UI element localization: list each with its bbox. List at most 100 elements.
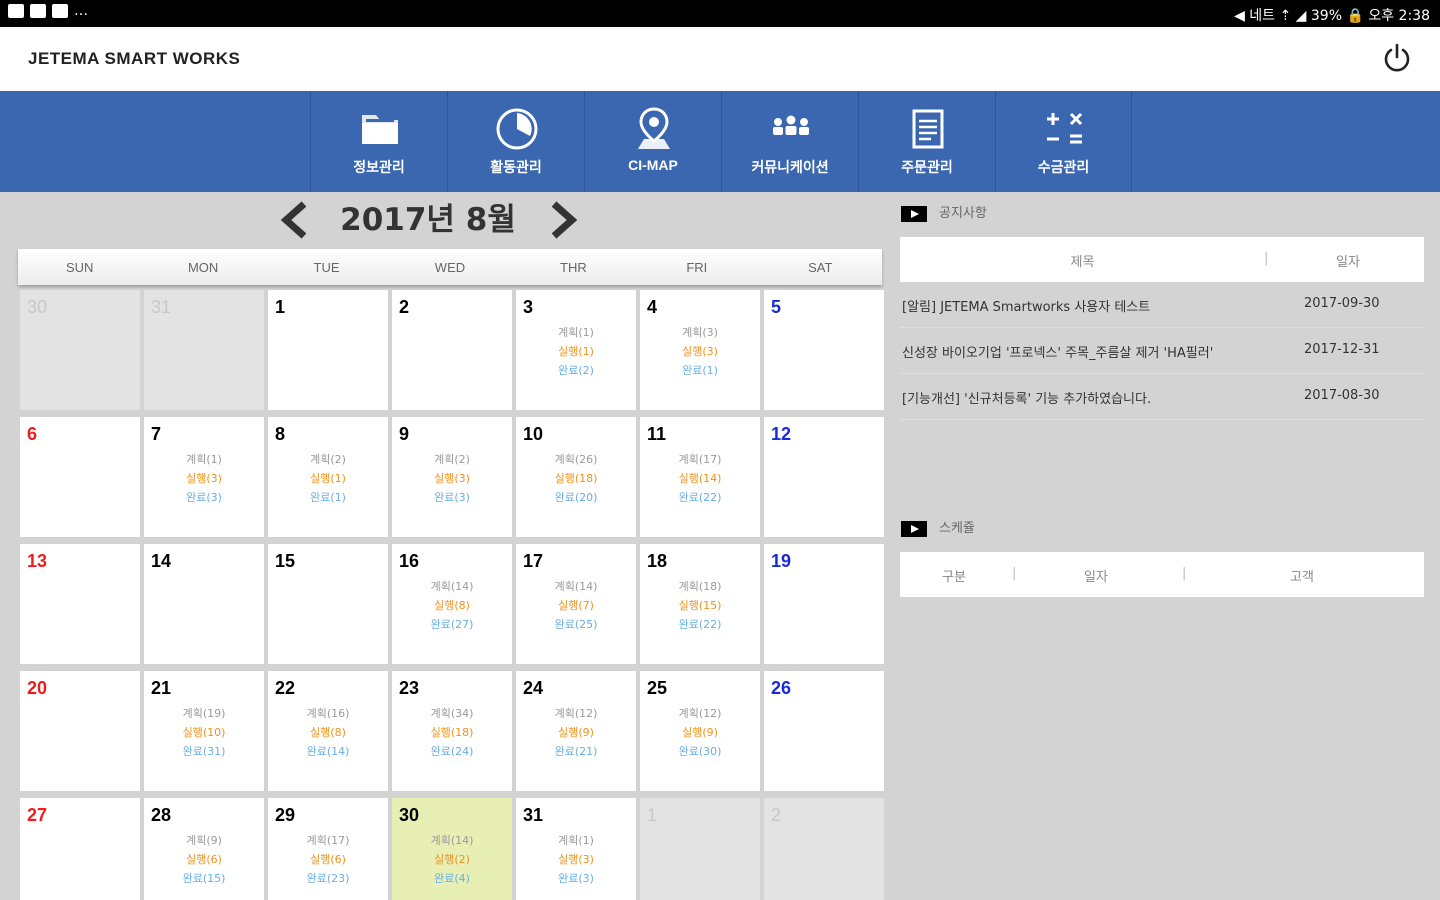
column-customer: 고객 <box>1290 570 1314 585</box>
status-notification-icons: … <box>8 4 88 18</box>
weekday-label: WED <box>434 260 466 275</box>
day-number: 10 <box>523 424 544 444</box>
day-number: 27 <box>27 805 48 825</box>
calendar-day-cell[interactable]: 30 <box>20 290 140 410</box>
clock-icon <box>496 108 538 150</box>
calendar-day-cell[interactable]: 25 계획(12) 실행(9) 완료(30) <box>640 671 760 791</box>
day-stats: 계획(9) 실행(6) 완료(15) <box>144 831 264 888</box>
day-number: 17 <box>523 551 544 571</box>
nav-ci-map[interactable]: CI-MAP <box>584 91 721 192</box>
day-stats: 계획(2) 실행(3) 완료(3) <box>392 450 512 507</box>
nav-label: 주문관리 <box>901 159 953 175</box>
calendar-day-cell[interactable]: 17 계획(14) 실행(7) 완료(25) <box>516 544 636 664</box>
notice-date: 2017-08-30 <box>1304 388 1380 403</box>
calendar-day-cell[interactable]: 7 계획(1) 실행(3) 완료(3) <box>144 417 264 537</box>
calendar-day-cell[interactable]: 6 <box>20 417 140 537</box>
exec-count: 실행(1) <box>558 345 594 358</box>
day-stats: 계획(19) 실행(10) 완료(31) <box>144 704 264 761</box>
calendar-day-cell[interactable]: 10 계획(26) 실행(18) 완료(20) <box>516 417 636 537</box>
calendar-day-cell[interactable]: 8 계획(2) 실행(1) 완료(1) <box>268 417 388 537</box>
notice-row[interactable]: 신성장 바이오기업 '프로넥스' 주목_주름살 제거 'HA필러' 2017-1… <box>900 328 1424 374</box>
day-number: 2 <box>771 805 782 825</box>
day-stats: 계획(34) 실행(18) 완료(24) <box>392 704 512 761</box>
calendar-day-cell[interactable]: 22 계획(16) 실행(8) 완료(14) <box>268 671 388 791</box>
calendar-day-cell[interactable]: 31 <box>144 290 264 410</box>
day-stats: 계획(26) 실행(18) 완료(20) <box>516 450 636 507</box>
calendar-day-cell[interactable]: 1 <box>640 798 760 900</box>
plan-count: 계획(14) <box>430 580 474 593</box>
nav-collection-management[interactable]: 수금관리 <box>995 91 1132 192</box>
calendar-day-cell[interactable]: 16 계획(14) 실행(8) 완료(27) <box>392 544 512 664</box>
calendar-day-cell[interactable]: 13 <box>20 544 140 664</box>
nav-label: CI-MAP <box>628 157 678 173</box>
calendar-day-cell[interactable]: 14 <box>144 544 264 664</box>
calendar-day-cell[interactable]: 24 계획(12) 실행(9) 완료(21) <box>516 671 636 791</box>
visit-count: 완료(22) <box>678 491 722 504</box>
day-number: 1 <box>647 805 658 825</box>
column-date: 일자 <box>1084 570 1108 585</box>
calendar-day-cell[interactable]: 1 <box>268 290 388 410</box>
plan-count: 계획(3) <box>682 326 718 339</box>
calendar-day-cell[interactable]: 31 계획(1) 실행(3) 완료(3) <box>516 798 636 900</box>
calendar-day-cell[interactable]: 19 <box>764 544 884 664</box>
folder-icon <box>362 115 398 144</box>
weekday-label: FRI <box>686 260 708 275</box>
day-stats: 계획(17) 실행(6) 완료(23) <box>268 831 388 888</box>
calendar-day-cell[interactable]: 15 <box>268 544 388 664</box>
plan-count: 계획(2) <box>310 453 346 466</box>
calendar-day-cell[interactable]: 9 계획(2) 실행(3) 완료(3) <box>392 417 512 537</box>
nav-label: 활동관리 <box>490 159 542 175</box>
logout-button[interactable] <box>1380 41 1414 75</box>
visit-count: 완료(20) <box>554 491 598 504</box>
calendar-day-cell[interactable]: 29 계획(17) 실행(6) 완료(23) <box>268 798 388 900</box>
nav-communication[interactable]: 커뮤니케이션 <box>721 91 858 192</box>
day-stats: 계획(1) 실행(3) 완료(3) <box>516 831 636 888</box>
visit-count: 완료(27) <box>430 618 474 631</box>
calendar-day-cell[interactable]: 5 <box>764 290 884 410</box>
nav-activity-management[interactable]: 활동관리 <box>447 91 584 192</box>
visit-count: 완료(3) <box>434 491 470 504</box>
calendar-day-cell[interactable]: 23 계획(34) 실행(18) 완료(24) <box>392 671 512 791</box>
calendar-day-cell[interactable]: 11 계획(17) 실행(14) 완료(22) <box>640 417 760 537</box>
column-divider: | <box>1264 251 1269 266</box>
prev-month-button[interactable] <box>272 198 316 242</box>
plan-count: 계획(17) <box>306 834 350 847</box>
calendar-day-cell[interactable]: 18 계획(18) 실행(15) 완료(22) <box>640 544 760 664</box>
plan-count: 계획(1) <box>186 453 222 466</box>
nav-order-management[interactable]: 주문관리 <box>858 91 995 192</box>
notice-row[interactable]: [알림] JETEMA Smartworks 사용자 테스트 2017-09-3… <box>900 282 1424 328</box>
calculator-icon <box>1047 112 1083 144</box>
calendar-day-cell[interactable]: 3 계획(1) 실행(1) 완료(2) <box>516 290 636 410</box>
day-number: 28 <box>151 805 172 825</box>
day-number: 31 <box>523 805 544 825</box>
nav-info-management[interactable]: 정보관리 <box>310 91 447 192</box>
visit-count: 완료(24) <box>430 745 474 758</box>
column-type: 구분 <box>942 570 966 585</box>
exec-count: 실행(3) <box>682 345 718 358</box>
day-stats: 계획(18) 실행(15) 완료(22) <box>640 577 760 634</box>
nav-label: 수금관리 <box>1037 159 1090 175</box>
calendar-day-cell[interactable]: 30 계획(14) 실행(2) 완료(4) <box>392 798 512 900</box>
visit-count: 완료(1) <box>310 491 346 504</box>
plan-count: 계획(2) <box>434 453 470 466</box>
calendar-day-cell[interactable]: 20 <box>20 671 140 791</box>
weekday-label: THR <box>560 260 587 275</box>
notice-row[interactable]: [기능개선] '신규처등록' 기능 추가하였습니다. 2017-08-30 <box>900 374 1424 420</box>
calendar-day-cell[interactable]: 26 <box>764 671 884 791</box>
exec-count: 실행(8) <box>310 726 346 739</box>
calendar-day-cell[interactable]: 2 <box>392 290 512 410</box>
calendar-day-cell[interactable]: 2 <box>764 798 884 900</box>
next-month-button[interactable] <box>542 198 586 242</box>
plan-count: 계획(1) <box>558 326 594 339</box>
calendar-day-cell[interactable]: 4 계획(3) 실행(3) 완료(1) <box>640 290 760 410</box>
calendar-day-cell[interactable]: 12 <box>764 417 884 537</box>
exec-count: 실행(6) <box>310 853 346 866</box>
calendar-day-cell[interactable]: 28 계획(9) 실행(6) 완료(15) <box>144 798 264 900</box>
plan-count: 계획(9) <box>186 834 222 847</box>
day-number: 13 <box>27 551 48 571</box>
exec-count: 실행(9) <box>558 726 594 739</box>
day-number: 3 <box>523 297 534 317</box>
calendar-day-cell[interactable]: 21 계획(19) 실행(10) 완료(31) <box>144 671 264 791</box>
calendar-day-cell[interactable]: 27 <box>20 798 140 900</box>
day-number: 23 <box>399 678 420 698</box>
